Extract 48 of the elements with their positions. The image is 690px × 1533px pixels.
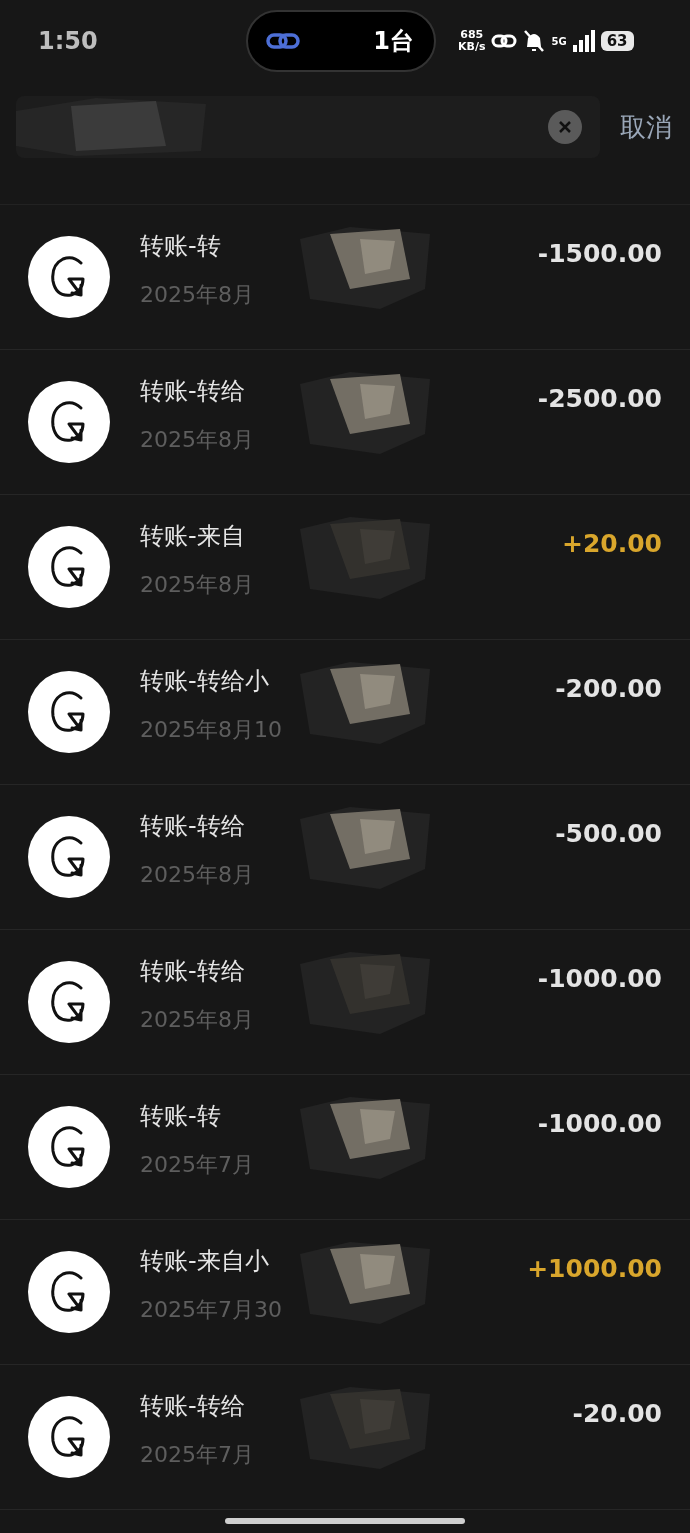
- transaction-date: 2025年7月30: [140, 1296, 283, 1324]
- transaction-amount: -1500.00: [537, 239, 662, 268]
- transaction-date: 2025年7月: [140, 1151, 255, 1179]
- transaction-title: 转账-来自小: [140, 1246, 270, 1277]
- transaction-amount: -1000.00: [537, 1109, 662, 1138]
- transaction-title: 转账-转给小: [140, 666, 270, 697]
- transaction-row[interactable]: 转账-转给 2025年8月 -2500.00: [0, 350, 690, 495]
- transaction-date: 2025年8月: [140, 426, 255, 454]
- transaction-date: 2025年8月: [140, 281, 255, 309]
- transaction-date: 2025年7月: [140, 1441, 255, 1469]
- network-type: 5G: [551, 35, 567, 47]
- transaction-title: 转账-转: [140, 1101, 222, 1132]
- transaction-title: 转账-来自: [140, 521, 246, 552]
- transaction-amount: -1000.00: [537, 964, 662, 993]
- dynamic-island[interactable]: 1台: [246, 10, 436, 72]
- transaction-title: 转账-转: [140, 231, 222, 262]
- transaction-row[interactable]: 转账-转给 2025年8月 -1000.00: [0, 930, 690, 1075]
- transaction-title: 转账-转给: [140, 376, 246, 407]
- transaction-row[interactable]: 转账-转 2025年7月 -1000.00: [0, 1075, 690, 1220]
- device-count: 1台: [373, 26, 414, 57]
- signal-icon: [572, 30, 595, 52]
- transaction-row[interactable]: 转账-来自 2025年8月 +20.00: [0, 495, 690, 640]
- transaction-amount: +20.00: [561, 529, 662, 558]
- close-icon: [558, 120, 572, 134]
- clear-button[interactable]: [548, 110, 582, 144]
- transaction-title: 转账-转给: [140, 956, 246, 987]
- transaction-title: 转账-转给: [140, 811, 246, 842]
- network-speed: 685 KB/s: [458, 29, 486, 53]
- bell-muted-icon: [523, 29, 546, 53]
- transaction-amount: -200.00: [555, 674, 662, 703]
- transaction-row[interactable]: 转账-转给 2025年8月 -500.00: [0, 785, 690, 930]
- transaction-row[interactable]: 转账-来自小 2025年7月30 +1000.00: [0, 1220, 690, 1365]
- transaction-date: 2025年8月: [140, 861, 255, 889]
- transaction-row[interactable]: 转账-转 2025年8月 -1500.00: [0, 205, 690, 350]
- transaction-row[interactable]: 转账-转给 2025年7月 -20.00: [0, 1365, 690, 1510]
- transaction-date: 2025年8月: [140, 1006, 255, 1034]
- transaction-date: 2025年8月: [140, 571, 255, 599]
- cancel-button[interactable]: 取消: [620, 109, 672, 145]
- transaction-amount: +1000.00: [527, 1254, 662, 1283]
- transaction-amount: -20.00: [572, 1399, 662, 1428]
- clock-time: 1:50: [38, 27, 99, 55]
- battery-level: 63: [600, 31, 634, 51]
- transaction-amount: -500.00: [555, 819, 662, 848]
- transaction-title: 转账-转给: [140, 1391, 246, 1422]
- transaction-date: 2025年8月10: [140, 716, 283, 744]
- search-field[interactable]: [16, 96, 600, 158]
- transaction-row[interactable]: 转账-转给小 2025年8月10 -200.00: [0, 640, 690, 785]
- transaction-amount: -2500.00: [537, 384, 662, 413]
